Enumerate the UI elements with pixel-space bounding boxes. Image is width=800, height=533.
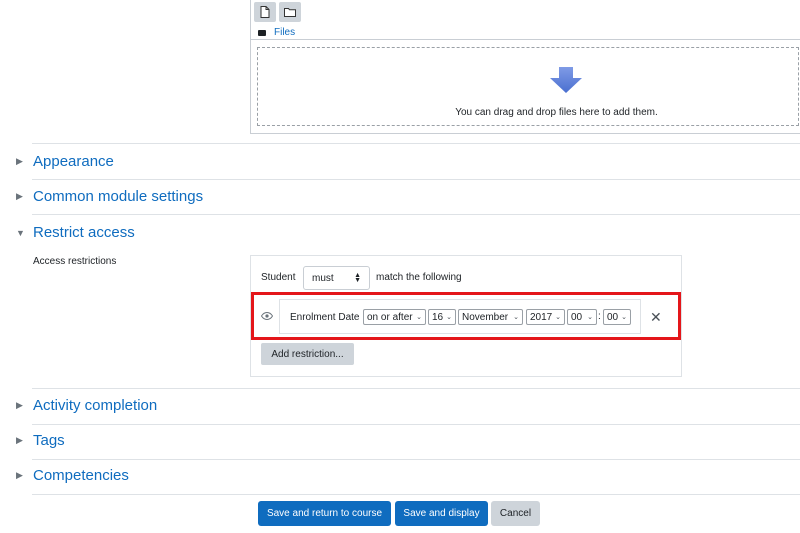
chevron-down-icon: ⌄ [446,314,452,321]
divider [32,388,800,389]
hour-select[interactable]: 00 ⌄ [567,309,597,325]
create-folder-button[interactable] [279,2,301,22]
section-title: Restrict access [33,224,135,241]
divider [32,214,800,215]
divider [32,179,800,180]
operator-select[interactable]: on or after ⌄ [363,309,426,325]
time-separator: : [598,311,601,322]
files-link[interactable]: Files [274,27,295,38]
day-value: 16 [432,311,444,323]
access-restrictions-label: Access restrictions [33,256,117,267]
operator-value: on or after [367,311,413,323]
must-select[interactable]: must ▲ ▼ [303,266,370,290]
save-and-return-button[interactable]: Save and return to course [258,501,391,526]
divider [32,494,800,495]
file-picker-divider [250,39,800,40]
month-select[interactable]: November ⌄ [458,309,523,325]
section-activity-completion[interactable]: ▶ Activity completion [16,397,157,414]
divider [32,459,800,460]
section-title: Appearance [33,153,114,170]
eye-icon[interactable] [260,311,274,323]
student-label: Student [261,272,296,283]
file-icon [260,6,270,18]
download-arrow-icon [550,67,582,98]
chevron-down-icon: ⌄ [416,314,422,321]
section-title: Common module settings [33,188,204,205]
hour-value: 00 [571,311,583,323]
chevron-down-icon: ⌄ [621,314,627,321]
create-file-button[interactable] [254,2,276,22]
month-value: November [462,311,509,323]
updown-icon: ▲ ▼ [354,272,361,284]
year-select[interactable]: 2017 ⌄ [526,309,565,325]
caret-right-icon: ▶ [16,191,23,201]
caret-right-icon: ▶ [16,156,23,166]
caret-right-icon: ▶ [16,470,23,480]
caret-right-icon: ▶ [16,435,23,445]
section-tags[interactable]: ▶ Tags [16,432,65,449]
minute-value: 00 [607,311,619,323]
enrolment-date-label: Enrolment Date [290,312,360,323]
section-restrict-access[interactable]: ▼ Restrict access [16,224,135,241]
remove-condition-close-icon[interactable]: ✕ [650,309,662,326]
divider [32,143,800,144]
dropzone-text: You can drag and drop files here to add … [455,107,658,118]
file-path-breadcrumb: Files [258,27,295,38]
section-title: Activity completion [33,397,158,414]
section-title: Competencies [33,467,129,484]
minute-select[interactable]: 00 ⌄ [603,309,631,325]
chevron-down-icon: ⌄ [513,314,519,321]
cancel-button[interactable]: Cancel [491,501,540,526]
chevron-down-icon: ⌄ [587,314,593,321]
year-value: 2017 [530,311,553,323]
match-label: match the following [376,272,462,283]
caret-down-icon: ▼ [16,227,25,238]
folder-icon [284,8,296,17]
caret-right-icon: ▶ [16,400,23,410]
section-appearance[interactable]: ▶ Appearance [16,153,114,170]
divider [32,424,800,425]
section-title: Tags [33,432,65,449]
add-restriction-button[interactable]: Add restriction... [261,343,354,365]
section-common-module-settings[interactable]: ▶ Common module settings [16,188,203,205]
save-and-display-button[interactable]: Save and display [395,501,488,526]
chevron-down-icon: ⌄ [555,314,561,321]
day-select[interactable]: 16 ⌄ [428,309,456,325]
must-select-value: must [312,272,334,284]
folder-icon [258,29,266,36]
section-competencies[interactable]: ▶ Competencies [16,467,129,484]
